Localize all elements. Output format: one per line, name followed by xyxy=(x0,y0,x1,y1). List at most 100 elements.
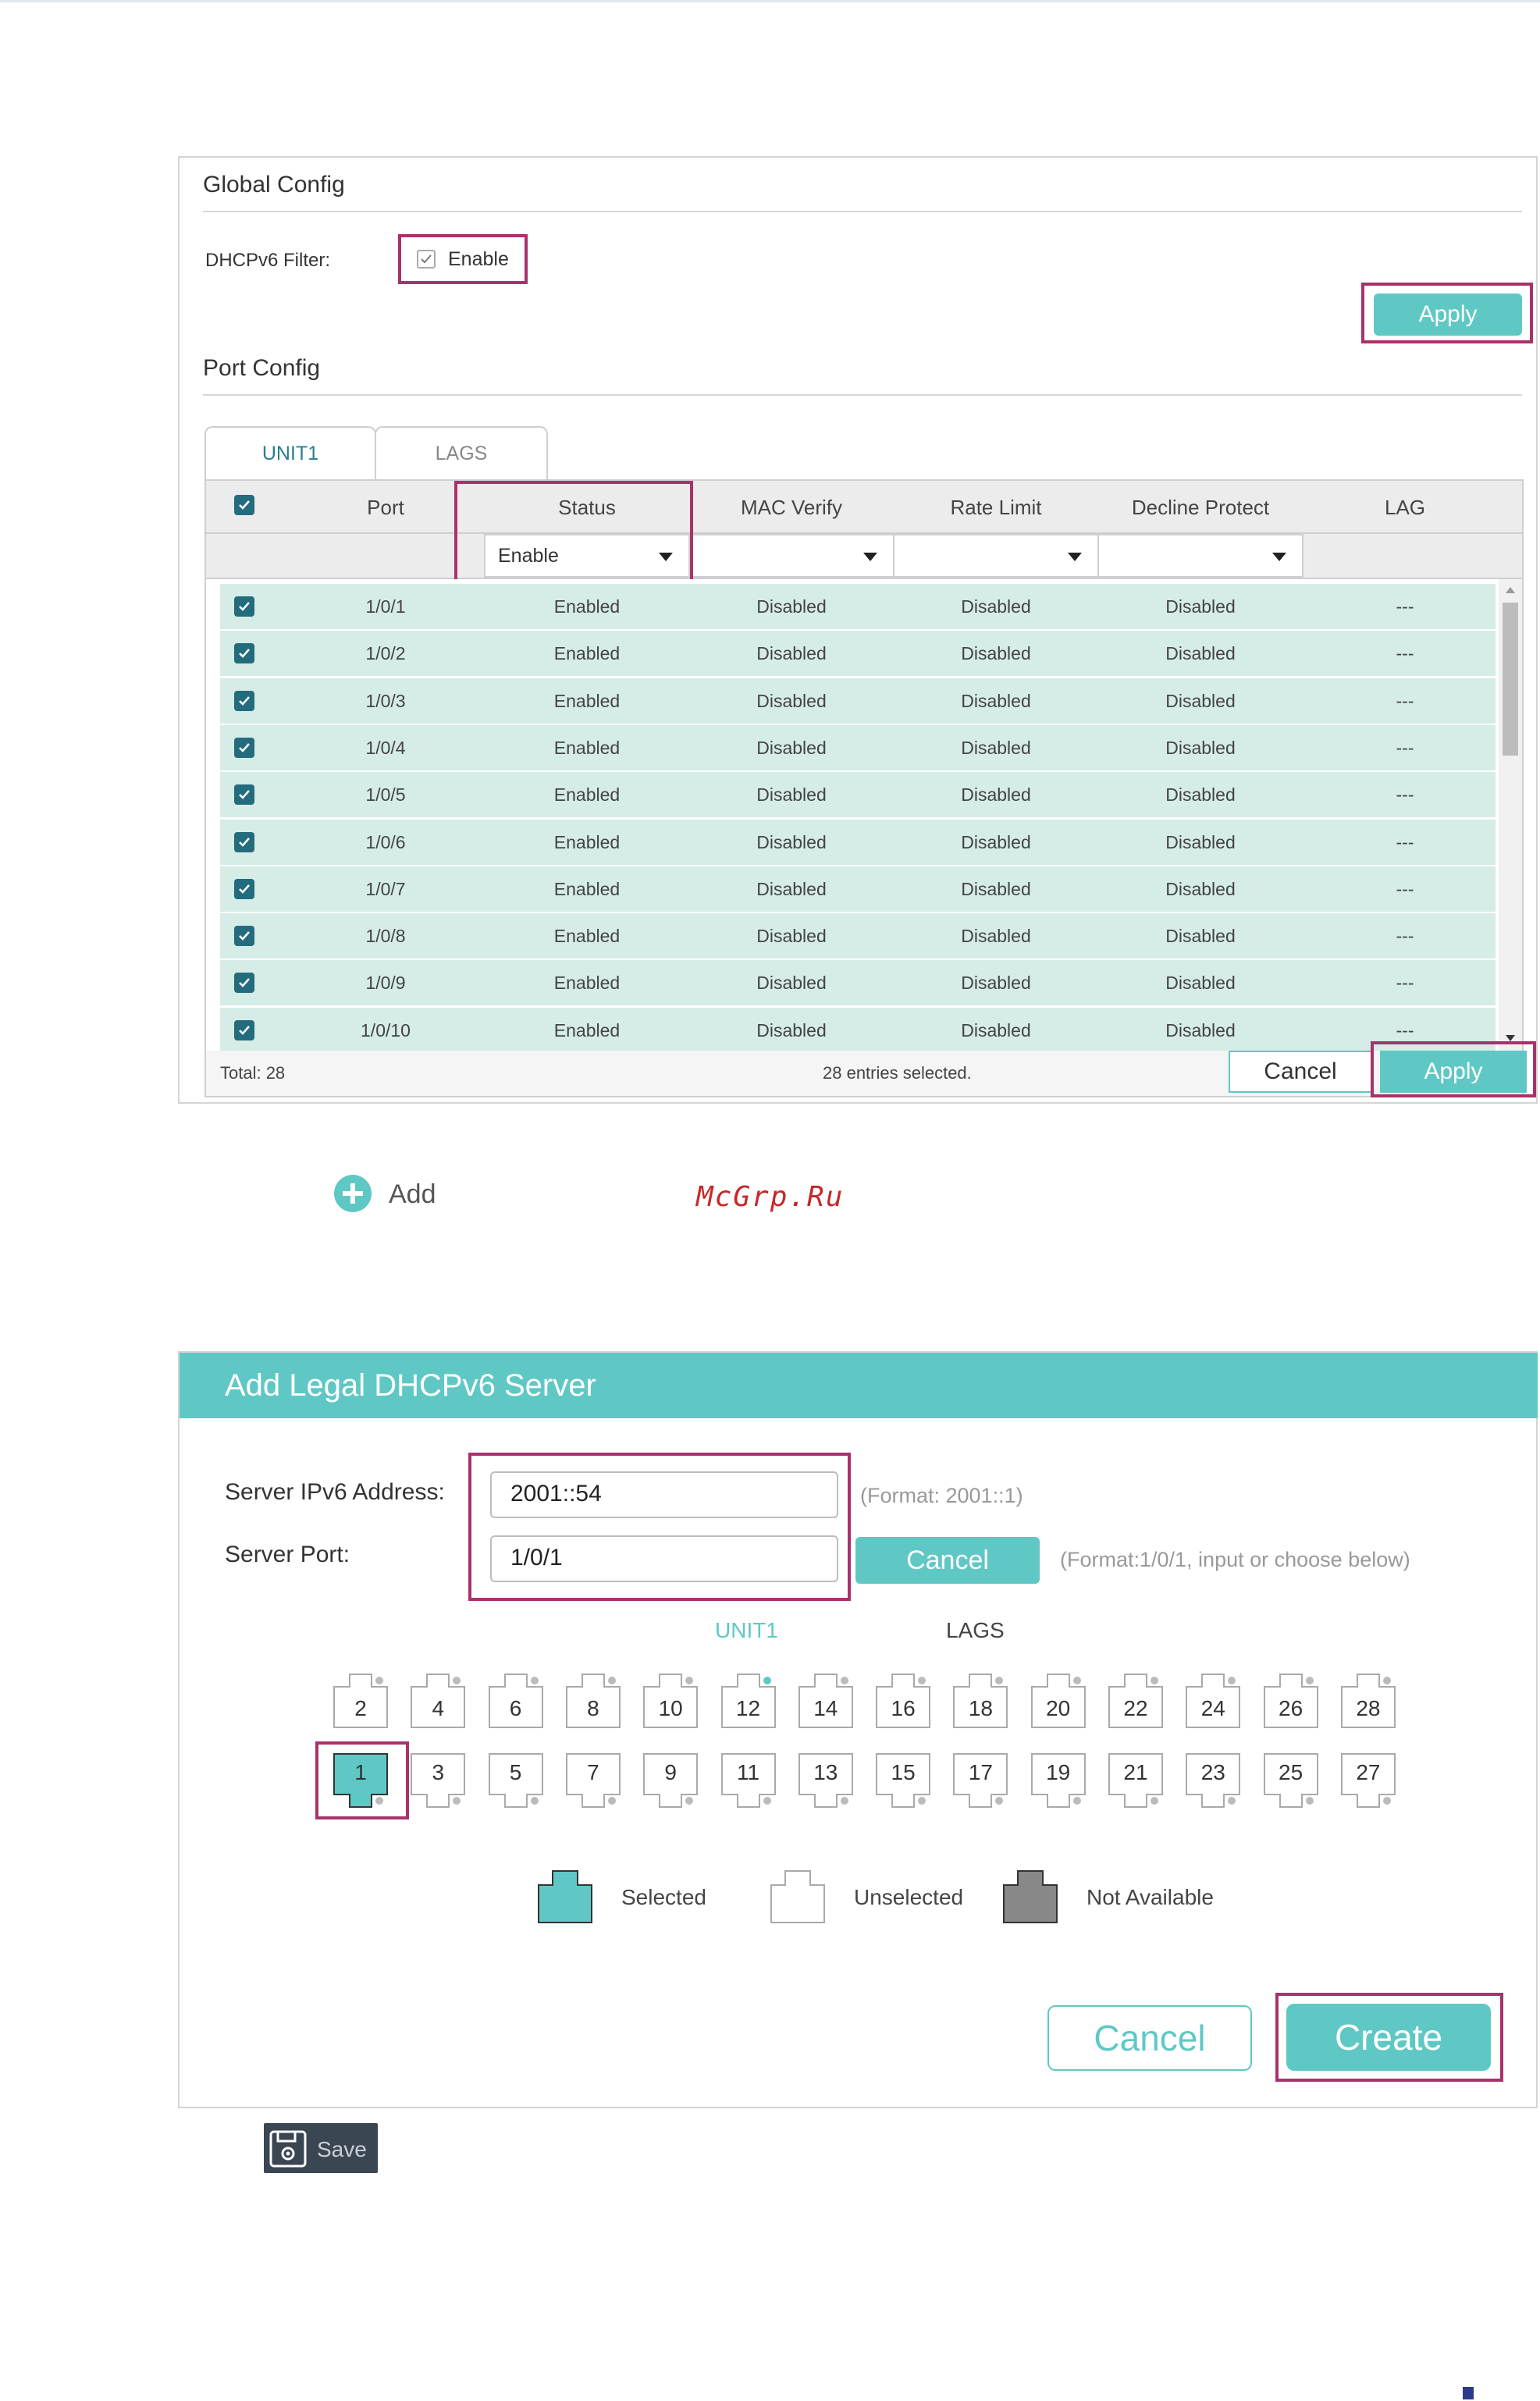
plus-circle-icon xyxy=(334,1175,372,1212)
port-number: 23 xyxy=(1200,1760,1225,1784)
scroll-up-icon[interactable] xyxy=(1506,587,1515,593)
save-button[interactable]: Save xyxy=(264,2123,378,2173)
chevron-down-icon xyxy=(1068,553,1082,561)
dialog-cancel-button[interactable]: Cancel xyxy=(1047,2005,1252,2071)
scrollbar[interactable] xyxy=(1499,579,1522,1051)
cell-lag: --- xyxy=(1396,690,1414,711)
table-row[interactable]: 1/0/9 Enabled Disabled Disabled Disabled --- xyxy=(220,960,1496,1006)
row-checkbox[interactable] xyxy=(234,831,254,852)
cell-port: 1/0/7 xyxy=(365,878,406,899)
select-all-checkbox[interactable] xyxy=(234,495,254,515)
table-row[interactable]: 1/0/10 Enabled Disabled Disabled Disabled --- xyxy=(220,1007,1496,1051)
scroll-thumb[interactable] xyxy=(1503,603,1518,756)
port-number: 14 xyxy=(813,1696,838,1720)
port-23[interactable]: 23 xyxy=(1185,1752,1241,1809)
server-ip-input[interactable]: 2001::54 xyxy=(490,1471,838,1518)
port-16[interactable]: 16 xyxy=(875,1673,931,1729)
add-label: Add xyxy=(389,1179,436,1209)
tab-unit1[interactable]: UNIT1 xyxy=(715,1618,778,1643)
port-cancel-button[interactable]: Cancel xyxy=(1229,1051,1372,1093)
tab-unit1[interactable]: UNIT1 xyxy=(205,426,376,479)
table-row[interactable]: 1/0/4 Enabled Disabled Disabled Disabled --- xyxy=(220,724,1496,770)
server-ip-label: Server IPv6 Address: xyxy=(225,1479,445,1505)
cell-status: Enabled xyxy=(553,926,621,947)
selected-port-highlight xyxy=(315,1741,409,1819)
port-input-cancel-button[interactable]: Cancel xyxy=(855,1537,1040,1584)
chevron-down-icon xyxy=(863,553,877,561)
cell-rate-limit: Disabled xyxy=(961,596,1031,617)
port-27[interactable]: 27 xyxy=(1340,1752,1396,1809)
cell-decline-protect: Disabled xyxy=(1165,973,1236,994)
table-row[interactable]: 1/0/3 Enabled Disabled Disabled Disabled --- xyxy=(220,678,1496,724)
chevron-down-icon xyxy=(1272,553,1286,561)
port-21[interactable]: 21 xyxy=(1108,1752,1164,1809)
top-border xyxy=(0,0,1540,2)
table-row[interactable]: 1/0/6 Enabled Disabled Disabled Disabled --- xyxy=(220,819,1496,865)
row-checkbox[interactable] xyxy=(234,690,254,711)
port-15[interactable]: 15 xyxy=(875,1752,931,1809)
cell-decline-protect: Disabled xyxy=(1165,926,1236,947)
port-apply-button[interactable]: Apply xyxy=(1380,1051,1527,1093)
cell-mac-verify: Disabled xyxy=(756,737,827,758)
row-checkbox[interactable] xyxy=(234,596,254,617)
row-checkbox[interactable] xyxy=(234,973,254,994)
port-tabs: UNIT1 LAGS xyxy=(205,426,548,481)
add-button[interactable]: Add xyxy=(334,1173,459,1214)
row-checkbox[interactable] xyxy=(234,643,254,664)
cell-mac-verify: Disabled xyxy=(756,596,827,617)
row-checkbox[interactable] xyxy=(234,737,254,758)
legend-selected-icon xyxy=(537,1868,593,1924)
tab-lags[interactable]: LAGS xyxy=(946,1618,1005,1643)
scroll-down-icon[interactable] xyxy=(1506,1035,1515,1041)
port-25[interactable]: 25 xyxy=(1263,1752,1319,1809)
port-number: 9 xyxy=(664,1760,677,1784)
cell-rate-limit: Disabled xyxy=(961,926,1031,947)
row-checkbox[interactable] xyxy=(234,878,254,899)
create-button[interactable]: Create xyxy=(1286,2004,1491,2071)
port-9[interactable]: 9 xyxy=(642,1752,699,1809)
port-3[interactable]: 3 xyxy=(410,1752,466,1809)
table-row[interactable]: 1/0/1 Enabled Disabled Disabled Disabled --- xyxy=(220,584,1496,629)
decline-protect-filter-select[interactable] xyxy=(1097,534,1303,578)
port-26[interactable]: 26 xyxy=(1263,1673,1319,1729)
port-17[interactable]: 17 xyxy=(952,1752,1008,1809)
check-icon xyxy=(239,500,250,510)
port-4[interactable]: 4 xyxy=(410,1673,466,1729)
port-18[interactable]: 18 xyxy=(952,1673,1008,1729)
table-row[interactable]: 1/0/8 Enabled Disabled Disabled Disabled --- xyxy=(220,913,1496,959)
check-icon xyxy=(239,743,250,752)
port-6[interactable]: 6 xyxy=(488,1673,544,1729)
dialog-title: Add Legal DHCPv6 Server xyxy=(225,1368,596,1403)
server-port-input[interactable]: 1/0/1 xyxy=(490,1535,838,1582)
port-20[interactable]: 20 xyxy=(1030,1673,1087,1729)
global-apply-button[interactable]: Apply xyxy=(1374,293,1522,336)
port-5[interactable]: 5 xyxy=(488,1752,544,1809)
port-10[interactable]: 10 xyxy=(642,1673,699,1729)
enable-checkbox[interactable] xyxy=(417,250,436,269)
rate-limit-filter-select[interactable] xyxy=(893,534,1099,578)
row-checkbox[interactable] xyxy=(234,784,254,806)
port-12[interactable]: 12 xyxy=(720,1673,777,1729)
table-row[interactable]: 1/0/5 Enabled Disabled Disabled Disabled --- xyxy=(220,772,1496,818)
port-24[interactable]: 24 xyxy=(1185,1673,1241,1729)
table-row[interactable]: 1/0/7 Enabled Disabled Disabled Disabled --- xyxy=(220,866,1496,912)
port-14[interactable]: 14 xyxy=(798,1673,854,1729)
check-icon xyxy=(239,1025,250,1035)
cell-port: 1/0/5 xyxy=(365,784,406,806)
row-checkbox[interactable] xyxy=(234,926,254,947)
tab-lags[interactable]: LAGS xyxy=(375,426,548,479)
global-config-title: Global Config xyxy=(203,172,345,197)
port-7[interactable]: 7 xyxy=(565,1752,621,1809)
port-13[interactable]: 13 xyxy=(798,1752,854,1809)
cell-lag: --- xyxy=(1396,737,1414,758)
port-19[interactable]: 19 xyxy=(1030,1752,1087,1809)
cell-status: Enabled xyxy=(553,973,621,994)
port-8[interactable]: 8 xyxy=(565,1673,621,1729)
port-11[interactable]: 11 xyxy=(720,1752,777,1809)
port-22[interactable]: 22 xyxy=(1108,1673,1164,1729)
mac-verify-filter-select[interactable] xyxy=(688,534,894,578)
port-28[interactable]: 28 xyxy=(1340,1673,1396,1729)
table-row[interactable]: 1/0/2 Enabled Disabled Disabled Disabled --- xyxy=(220,631,1496,677)
row-checkbox[interactable] xyxy=(234,1019,254,1040)
port-2[interactable]: 2 xyxy=(333,1673,389,1729)
